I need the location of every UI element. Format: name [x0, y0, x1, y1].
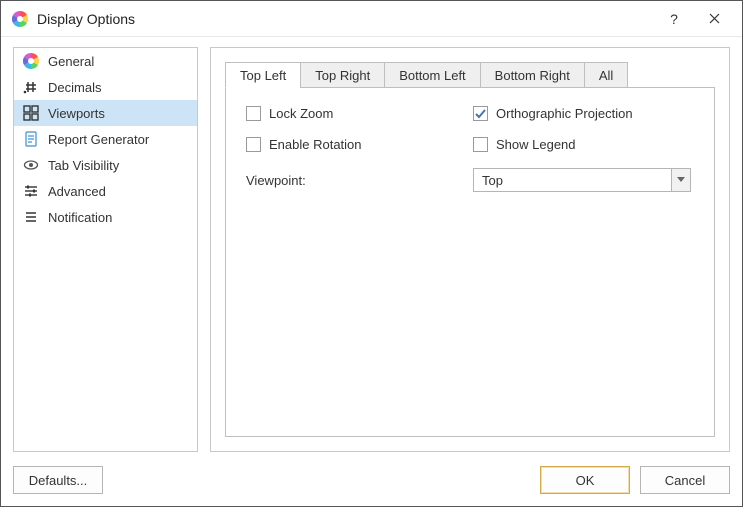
tab-bottom-right[interactable]: Bottom Right	[480, 62, 585, 88]
button-label: OK	[576, 473, 595, 488]
sidebar-item-report-generator[interactable]: Report Generator	[14, 126, 197, 152]
color-wheel-icon	[22, 52, 40, 70]
tab-top-left[interactable]: Top Left	[225, 62, 301, 88]
sidebar-item-label: General	[48, 54, 189, 69]
sidebar-item-label: Report Generator	[48, 132, 189, 147]
close-button[interactable]	[694, 5, 734, 33]
lines-icon	[22, 208, 40, 226]
sidebar-item-label: Viewports	[48, 106, 189, 121]
decimal-hash-icon	[22, 78, 40, 96]
display-options-dialog: Display Options ?	[0, 0, 743, 507]
sidebar-item-label: Decimals	[48, 80, 189, 95]
ok-button[interactable]: OK	[540, 466, 630, 494]
combobox-dropdown-button[interactable]	[671, 168, 691, 192]
viewpoint-label: Viewpoint:	[246, 173, 467, 188]
close-icon	[709, 13, 720, 24]
combobox-value-text: Top	[482, 173, 503, 188]
tab-top-right[interactable]: Top Right	[300, 62, 385, 88]
tabstrip: Top Left Top Right Bottom Left Bottom Ri…	[225, 62, 715, 88]
checkbox-box-icon	[246, 137, 261, 152]
content-panel: Top Left Top Right Bottom Left Bottom Ri…	[210, 47, 730, 452]
sidebar-item-label: Notification	[48, 210, 189, 225]
checkbox-label: Show Legend	[496, 137, 576, 152]
checkbox-show-legend[interactable]: Show Legend	[473, 137, 694, 152]
cancel-button[interactable]: Cancel	[640, 466, 730, 494]
sidebar-item-label: Advanced	[48, 184, 189, 199]
tabs-container: Top Left Top Right Bottom Left Bottom Ri…	[225, 62, 715, 437]
checkbox-orthographic-projection[interactable]: Orthographic Projection	[473, 106, 694, 121]
checkbox-lock-zoom[interactable]: Lock Zoom	[246, 106, 467, 121]
tab-bottom-left[interactable]: Bottom Left	[384, 62, 480, 88]
chevron-down-icon	[677, 177, 685, 183]
checkbox-box-icon	[473, 137, 488, 152]
tab-label: Top Left	[240, 68, 286, 83]
sidebar-item-viewports[interactable]: Viewports	[14, 100, 197, 126]
category-sidebar: General Decimals	[13, 47, 198, 452]
sliders-icon	[22, 182, 40, 200]
help-button[interactable]: ?	[654, 5, 694, 33]
button-label: Cancel	[665, 473, 705, 488]
checkbox-box-icon	[473, 106, 488, 121]
sidebar-item-tab-visibility[interactable]: Tab Visibility	[14, 152, 197, 178]
eye-icon	[22, 156, 40, 174]
button-label: Defaults...	[29, 473, 88, 488]
titlebar: Display Options ?	[1, 1, 742, 37]
sidebar-item-advanced[interactable]: Advanced	[14, 178, 197, 204]
dialog-footer: Defaults... OK Cancel	[1, 458, 742, 506]
viewports-grid-icon	[22, 104, 40, 122]
checkbox-label: Lock Zoom	[269, 106, 333, 121]
checkbox-label: Enable Rotation	[269, 137, 362, 152]
tab-label: All	[599, 68, 613, 83]
viewpoint-combobox[interactable]: Top	[473, 168, 691, 192]
sidebar-item-general[interactable]: General	[14, 48, 197, 74]
report-document-icon	[22, 130, 40, 148]
defaults-button[interactable]: Defaults...	[13, 466, 103, 494]
sidebar-item-label: Tab Visibility	[48, 158, 189, 173]
checkbox-box-icon	[246, 106, 261, 121]
window-title: Display Options	[37, 11, 654, 27]
sidebar-item-decimals[interactable]: Decimals	[14, 74, 197, 100]
checkbox-enable-rotation[interactable]: Enable Rotation	[246, 137, 467, 152]
tab-label: Top Right	[315, 68, 370, 83]
color-wheel-icon	[11, 10, 29, 28]
tab-label: Bottom Right	[495, 68, 570, 83]
checkbox-label: Orthographic Projection	[496, 106, 633, 121]
combobox-value: Top	[473, 168, 671, 192]
dialog-body: General Decimals	[1, 37, 742, 458]
sidebar-item-notification[interactable]: Notification	[14, 204, 197, 230]
tabpanel-top-left: Lock Zoom Orthographic Projection	[225, 87, 715, 437]
tab-label: Bottom Left	[399, 68, 465, 83]
tab-all[interactable]: All	[584, 62, 628, 88]
